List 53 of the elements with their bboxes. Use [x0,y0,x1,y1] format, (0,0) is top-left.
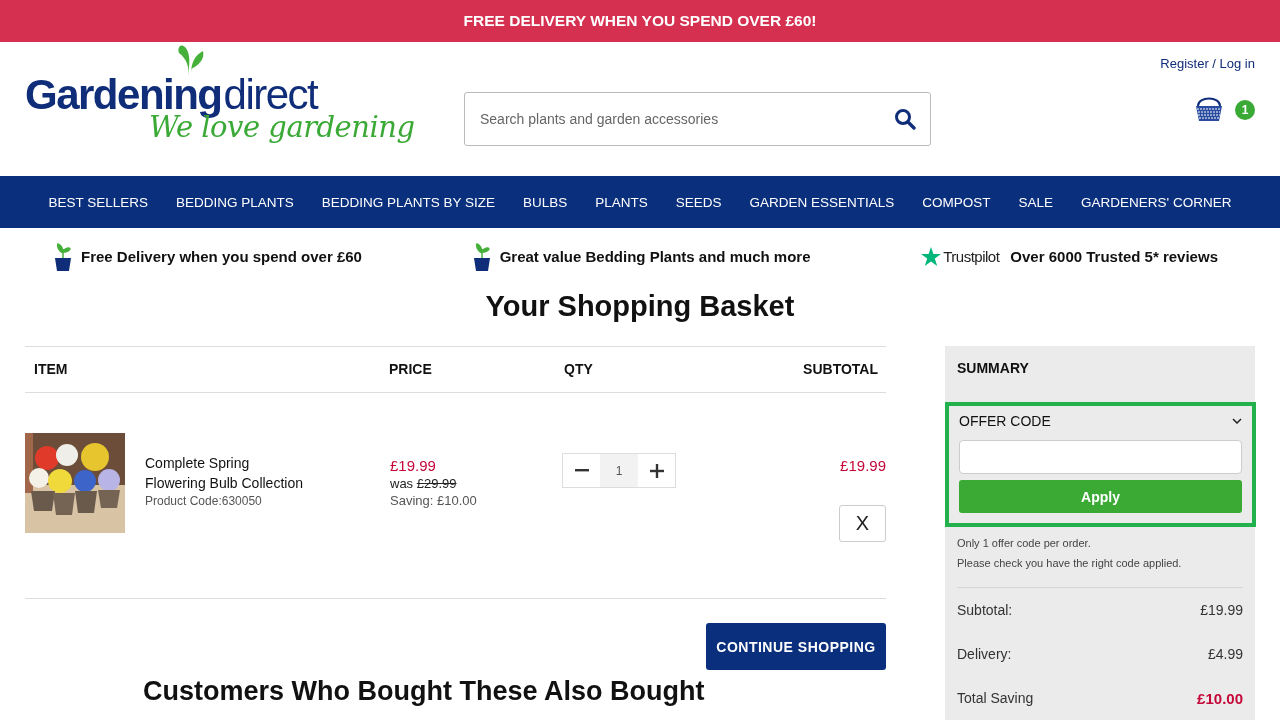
column-header: ITEM [33,360,69,379]
usp-text: Great value Bedding Plants and much more [499,248,811,265]
nav-link[interactable]: SEEDS [675,194,722,210]
column-header: QTY [563,360,594,379]
offer-code-field[interactable] [959,440,1242,474]
saving-text: Saving: £10.00 [390,492,478,509]
page-title: Your Shopping Basket [484,289,796,324]
usp-text: Over 6000 Trusted 5* reviews [1010,248,1218,265]
promo-banner-text: FREE DELIVERY WHEN YOU SPEND OVER £60! [462,11,818,31]
search-field[interactable]: Search plants and garden accessories [464,92,931,146]
offer-note: Please check you have the right code applied. [957,556,1183,571]
summary-title: SUMMARY [956,359,1030,378]
nav-link[interactable]: BULBS [522,194,568,210]
total-value: £19.99 [1200,602,1243,618]
total-label: Total Saving [957,690,1034,706]
was-label: was [390,476,414,491]
offer-code-toggle[interactable]: OFFER CODE [959,413,1051,429]
remove-button[interactable]: X [839,505,886,542]
nav-link[interactable]: GARDENERS' CORNER [1081,194,1232,210]
nav-link[interactable]: COMPOST [922,194,991,210]
total-label: Subtotal: [957,602,1013,618]
nav-link[interactable]: PLANTS [595,194,648,210]
continue-shopping-button[interactable]: CONTINUE SHOPPING [706,623,886,670]
minus-icon [574,469,589,472]
product-code: Product Code:630050 [145,493,263,509]
potted-plant-icon [472,242,491,271]
trustpilot-brand: Trustpilot [943,248,1000,265]
basket-count-badge: 1 [1235,100,1255,120]
column-header: SUBTOTAL [802,360,879,379]
account-link[interactable]: Register / Log in [1160,56,1255,71]
product-name[interactable]: Complete Spring Flowering Bulb Collection [145,453,312,493]
quantity-value[interactable]: 1 [600,454,638,487]
offer-note: Only 1 offer code per order. [957,536,1092,551]
section-heading: Customers Who Bought These Also Bought [143,676,706,706]
line-subtotal: £19.99 [840,456,886,475]
potted-plant-icon [54,242,72,271]
total-value: £4.99 [1207,646,1243,662]
nav-link[interactable]: GARDEN ESSENTIALS [749,194,895,210]
nav-link[interactable]: BEDDING PLANTS [176,194,294,210]
nav-link[interactable]: SALE [1018,194,1054,210]
logo-wordmark-suffix: direct [223,72,318,118]
star-icon [921,247,942,266]
total-value: £10.00 [1197,689,1243,707]
search-icon[interactable] [894,108,916,130]
nav-link[interactable]: BEST SELLERS [48,194,149,210]
original-price: £29.99 [416,476,457,491]
chevron-icon[interactable] [1232,418,1242,424]
usp-text: Free Delivery when you spend over £60 [81,248,362,265]
nav-link[interactable]: BEDDING PLANTS BY SIZE [321,194,495,210]
column-header: PRICE [388,360,433,379]
product-price: £19.99 [390,456,437,475]
plus-icon [649,463,664,478]
total-label: Delivery: [957,646,1012,662]
